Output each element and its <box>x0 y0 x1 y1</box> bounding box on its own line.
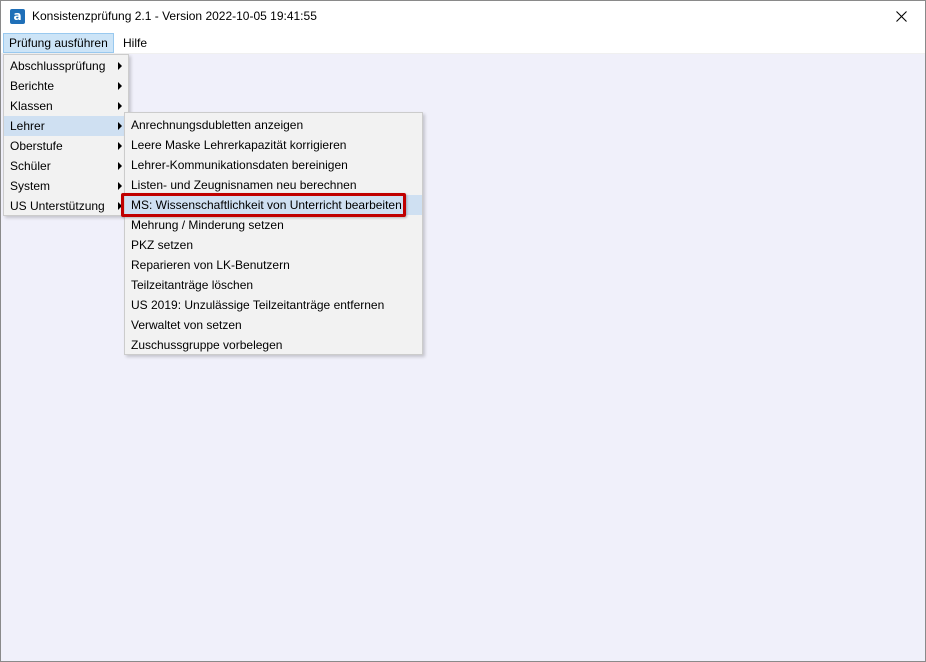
menu-hilfe[interactable]: Hilfe <box>118 33 152 53</box>
menu-item-label: Schüler <box>10 159 51 173</box>
menu-item-oberstufe[interactable]: Oberstufe <box>4 136 128 156</box>
menu-bar: Prüfung ausführen Hilfe <box>1 32 925 54</box>
menu-item-label: Lehrer <box>10 119 45 133</box>
menu-item-label: US Unterstützung <box>10 199 105 213</box>
menu-pruefung-ausfuehren[interactable]: Prüfung ausführen <box>3 33 114 53</box>
submenu-arrow-icon <box>118 102 122 110</box>
submenu-arrow-icon <box>118 82 122 90</box>
menu-item-label: Abschlussprüfung <box>10 59 106 73</box>
menu-item-label: System <box>10 179 51 193</box>
menu-item-schueler[interactable]: Schüler <box>4 156 128 176</box>
menu-item-label: Oberstufe <box>10 139 63 153</box>
submenu-item-kommunikationsdaten[interactable]: Lehrer-Kommunikationsdaten bereinigen <box>125 155 422 175</box>
lehrer-submenu: Anrechnungsdubletten anzeigen Leere Mask… <box>121 112 423 355</box>
pruefung-dropdown-menu: Abschlussprüfung Berichte Klassen Lehrer… <box>3 54 129 216</box>
menu-item-berichte[interactable]: Berichte <box>4 76 128 96</box>
app-icon: a <box>10 9 25 24</box>
submenu-item-mehrung-minderung[interactable]: Mehrung / Minderung setzen <box>125 215 422 235</box>
menu-item-system[interactable]: System <box>4 176 128 196</box>
menu-item-klassen[interactable]: Klassen <box>4 96 128 116</box>
submenu-arrow-icon <box>118 62 122 70</box>
submenu-arrow-icon <box>118 202 122 210</box>
submenu-arrow-icon <box>118 142 122 150</box>
menu-item-abschlusspruefung[interactable]: Abschlussprüfung <box>4 56 128 76</box>
window-title: Konsistenzprüfung 2.1 - Version 2022-10-… <box>32 9 317 23</box>
submenu-item-label: MS: Wissenschaftlichkeit von Unterricht … <box>131 198 402 212</box>
submenu-item-listen-zeugnisnamen[interactable]: Listen- und Zeugnisnamen neu berechnen <box>125 175 422 195</box>
submenu-arrow-icon <box>118 182 122 190</box>
close-icon <box>896 11 907 22</box>
submenu-item-zuschussgruppe[interactable]: Zuschussgruppe vorbelegen <box>125 335 422 355</box>
submenu-item-verwaltet-von[interactable]: Verwaltet von setzen <box>125 315 422 335</box>
submenu-item-wissenschaftlichkeit[interactable]: MS: Wissenschaftlichkeit von Unterricht … <box>121 193 422 217</box>
submenu-item-pkz-setzen[interactable]: PKZ setzen <box>125 235 422 255</box>
title-bar[interactable]: a Konsistenzprüfung 2.1 - Version 2022-1… <box>1 1 925 32</box>
menu-item-label: Berichte <box>10 79 55 93</box>
submenu-arrow-icon <box>118 162 122 170</box>
submenu-item-reparieren-lk[interactable]: Reparieren von LK-Benutzern <box>125 255 422 275</box>
submenu-item-anrechnungsdubletten[interactable]: Anrechnungsdubletten anzeigen <box>125 115 422 135</box>
close-button[interactable] <box>879 1 925 32</box>
submenu-item-teilzeitantraege-loeschen[interactable]: Teilzeitanträge löschen <box>125 275 422 295</box>
menu-item-lehrer[interactable]: Lehrer <box>4 116 128 136</box>
submenu-item-us2019-teilzeitantraege[interactable]: US 2019: Unzulässige Teilzeitanträge ent… <box>125 295 422 315</box>
menu-item-us-unterstuetzung[interactable]: US Unterstützung <box>4 196 128 216</box>
app-window: a Konsistenzprüfung 2.1 - Version 2022-1… <box>0 0 926 662</box>
submenu-item-leere-maske[interactable]: Leere Maske Lehrerkapazität korrigieren <box>125 135 422 155</box>
submenu-arrow-icon <box>118 122 122 130</box>
menu-item-label: Klassen <box>10 99 53 113</box>
